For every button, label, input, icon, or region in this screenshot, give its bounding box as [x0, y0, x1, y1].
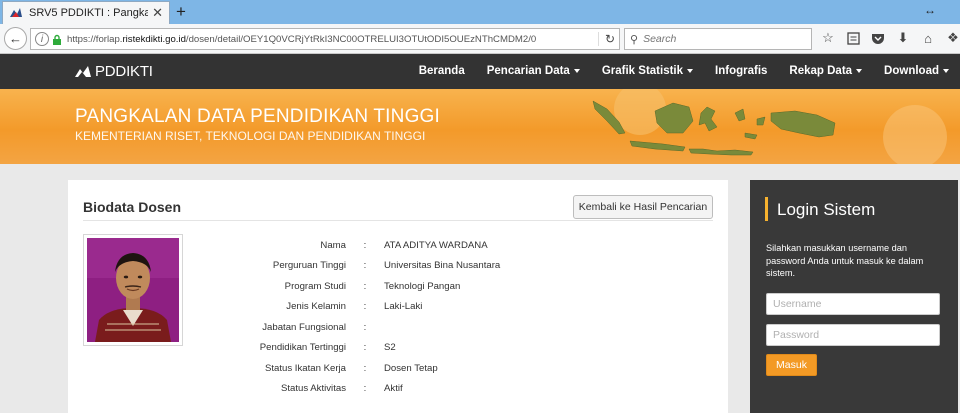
banner-title: PANGKALAN DATA PENDIDIKAN TINGGI	[75, 106, 441, 127]
bio-label: Program Studi	[284, 280, 346, 292]
home-icon[interactable]: ⌂	[920, 30, 936, 46]
url-path: /dosen/detail/OEY1Q0VCRjYtRkI3NC00OTRELU…	[185, 33, 537, 45]
bio-label: Perguruan Tinggi	[272, 260, 346, 272]
bio-label: Pendidikan Tertinggi	[259, 342, 346, 354]
bio-colon: :	[363, 383, 367, 395]
brand-logo-link[interactable]: PDDIKTI	[74, 63, 153, 80]
tab-title: SRV5 PDDIKTI : Pangkalan ...	[29, 7, 149, 19]
menu-item-rekap-data[interactable]: Rekap Data	[778, 54, 873, 89]
title-divider	[83, 220, 713, 221]
bio-label: Jabatan Fungsional	[262, 321, 346, 333]
menu-label: Grafik Statistik	[601, 65, 684, 77]
bio-value: Laki-Laki	[384, 301, 423, 313]
lock-icon	[53, 34, 61, 45]
header-banner: PANGKALAN DATA PENDIDIKAN TINGGI KEMENTE…	[0, 89, 960, 164]
bio-value: Aktif	[384, 383, 403, 395]
bio-colon: :	[363, 362, 367, 374]
brand-name: PDDIKTI	[95, 63, 153, 80]
login-title: Login Sistem	[777, 200, 876, 219]
menu-item-infografis[interactable]: Infografis	[704, 54, 778, 89]
bio-row-jabatan-fungsional: Jabatan Fungsional :	[198, 317, 584, 338]
menu-label: Pencarian Data	[486, 65, 570, 77]
menu-item-download[interactable]: Download	[873, 54, 960, 89]
bio-colon: :	[363, 239, 367, 251]
search-icon: ⚲	[630, 33, 639, 46]
browser-nav-bar: ← i https://forlap.ristekdikti.go.id/dos…	[0, 24, 960, 54]
back-button[interactable]: ←	[4, 27, 27, 50]
pddikti-logo-icon	[75, 65, 91, 77]
bio-value: Teknologi Pangan	[384, 280, 461, 292]
bio-value: S2	[384, 342, 396, 354]
caret-down-icon	[687, 68, 694, 73]
username-field[interactable]	[766, 293, 940, 315]
bio-label: Nama	[320, 239, 346, 251]
tab-close-icon[interactable]: ✕	[152, 5, 163, 21]
caret-down-icon	[856, 68, 863, 73]
biodata-title: Biodata Dosen	[83, 199, 182, 215]
bio-row-program-studi: Program Studi : Teknologi Pangan	[198, 276, 584, 297]
login-description: Silahkan masukkan username dan password …	[766, 243, 924, 278]
bio-value: Dosen Tetap	[384, 362, 438, 374]
bio-row-status-aktivitas: Status Aktivitas : Aktif	[198, 379, 584, 400]
download-arrow-icon[interactable]: ⬇	[895, 30, 911, 46]
bio-row-nama: Nama : ATA ADITYA WARDANA	[198, 235, 584, 256]
bio-label: Jenis Kelamin	[286, 301, 346, 313]
menu-label: Rekap Data	[789, 65, 853, 77]
login-title-accent	[765, 197, 768, 221]
pddikti-favicon-icon	[10, 8, 22, 17]
browser-search-box[interactable]: ⚲	[624, 28, 812, 50]
browser-tab-strip: SRV5 PDDIKTI : Pangkalan ... ✕ + ↔	[0, 0, 960, 24]
bio-colon: :	[363, 321, 367, 333]
bio-row-perguruan-tinggi: Perguruan Tinggi : Universitas Bina Nusa…	[198, 256, 584, 277]
biodata-table: Nama : ATA ADITYA WARDANA Perguruan Ting…	[198, 235, 584, 399]
menu-item-grafik-statistik[interactable]: Grafik Statistik	[591, 54, 704, 89]
site-info-icon[interactable]: i	[35, 32, 49, 46]
menu-item-beranda[interactable]: Beranda	[408, 54, 476, 89]
menu-label: Beranda	[418, 65, 465, 77]
bio-row-jenis-kelamin: Jenis Kelamin : Laki-Laki	[198, 297, 584, 318]
browser-tab-active[interactable]: SRV5 PDDIKTI : Pangkalan ... ✕	[2, 1, 170, 24]
url-text[interactable]: https://forlap.ristekdikti.go.id/dosen/d…	[67, 34, 598, 45]
portrait-image	[87, 238, 179, 342]
biodata-card: Biodata Dosen Kembali ke Hasil Pencarian…	[68, 180, 728, 413]
reading-list-icon[interactable]	[845, 30, 861, 46]
caret-down-icon	[943, 68, 949, 73]
new-tab-button[interactable]: +	[176, 2, 186, 22]
extensions-icon[interactable]: ❖	[945, 30, 960, 46]
window-restore-icon[interactable]: ↔	[924, 3, 936, 17]
lecturer-photo	[83, 234, 183, 346]
bio-value: ATA ADITYA WARDANA	[384, 239, 488, 251]
banner-subtitle: KEMENTERIAN RISET, TEKNOLOGI DAN PENDIDI…	[75, 129, 426, 143]
pocket-icon[interactable]	[870, 30, 886, 46]
bio-label: Status Aktivitas	[280, 383, 346, 395]
menu-label: Download	[884, 65, 939, 77]
bio-colon: :	[363, 280, 367, 292]
back-to-results-button[interactable]: Kembali ke Hasil Pencarian	[573, 195, 713, 219]
reload-icon[interactable]: ↻	[597, 32, 615, 46]
menu-label: Infografis	[715, 65, 768, 77]
menu-item-pencarian-data[interactable]: Pencarian Data	[476, 54, 591, 89]
bio-colon: :	[363, 301, 367, 313]
site-navigation: PDDIKTI Beranda Pencarian Data Grafik St…	[0, 54, 960, 89]
star-icon[interactable]: ☆	[820, 30, 836, 46]
bio-label: Status Ikatan Kerja	[264, 362, 346, 374]
bio-row-status-ikatan-kerja: Status Ikatan Kerja : Dosen Tetap	[198, 358, 584, 379]
address-bar[interactable]: i https://forlap.ristekdikti.go.id/dosen…	[30, 28, 620, 50]
indonesia-map-graphic	[592, 89, 947, 164]
password-field[interactable]	[766, 324, 940, 346]
caret-down-icon	[573, 68, 580, 73]
bio-colon: :	[363, 260, 367, 272]
url-domain: ristekdikti.go.id	[122, 33, 186, 45]
bio-value: Universitas Bina Nusantara	[384, 260, 501, 272]
browser-search-input[interactable]	[643, 33, 794, 45]
login-panel: Login Sistem Silahkan masukkan username …	[750, 180, 958, 413]
url-prefix: https://forlap.	[67, 33, 123, 45]
bio-colon: :	[363, 342, 367, 354]
toolbar-icons: ☆ ⬇ ⌂ ❖	[820, 30, 960, 46]
main-menu: Beranda Pencarian Data Grafik Statistik …	[408, 54, 960, 89]
login-submit-button[interactable]: Masuk	[766, 354, 817, 376]
back-arrow-icon: ←	[9, 31, 22, 46]
bio-row-pendidikan-tertinggi: Pendidikan Tertinggi : S2	[198, 338, 584, 359]
